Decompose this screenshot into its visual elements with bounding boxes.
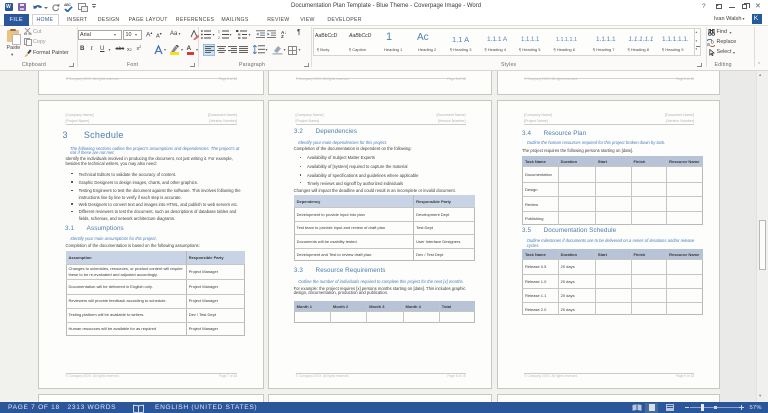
svg-text:b: b (711, 39, 714, 45)
svg-text:a: a (707, 42, 710, 47)
svg-text:2: 2 (218, 36, 220, 39)
svg-text:1: 1 (218, 30, 220, 33)
